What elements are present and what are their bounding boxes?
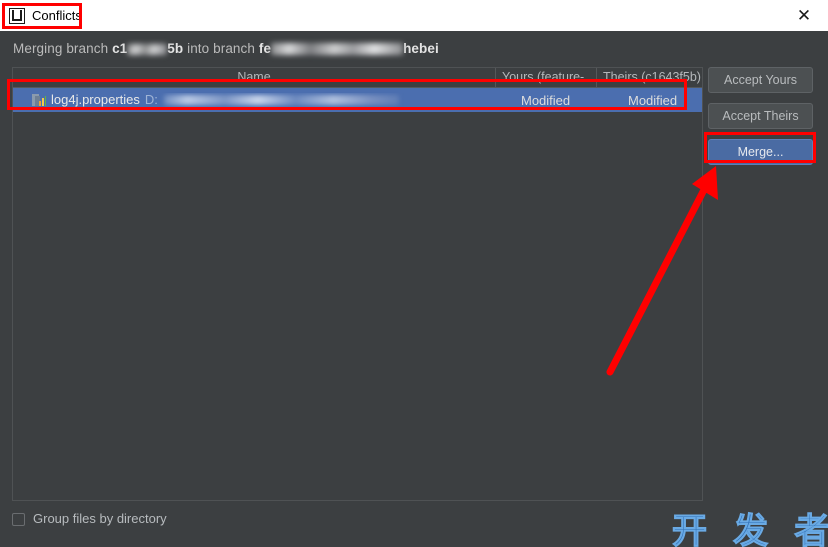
target-branch-prefix: fe — [258, 41, 272, 56]
source-branch-suffix: 5b — [167, 41, 184, 56]
window-title: Conflicts — [32, 7, 82, 23]
watermark-chinese: 开 发 者 — [671, 512, 828, 547]
source-branch-redacted — [127, 44, 168, 55]
accept-theirs-button[interactable]: Accept Theirs — [708, 103, 813, 129]
close-icon[interactable]: ✕ — [794, 6, 814, 26]
merge-button[interactable]: Merge... — [708, 139, 813, 165]
merge-description: Merging branch c1 5b into branch fe hebei — [13, 41, 439, 56]
cell-theirs-status: Modified — [628, 92, 678, 108]
table-row[interactable]: log4j.properties D: Modified Modified — [13, 88, 702, 112]
source-branch-visible: c1 — [112, 41, 128, 56]
table-header-row: Name Yours (feature- Theirs (c1643f5b) — [13, 68, 702, 88]
conflicts-table[interactable]: Name Yours (feature- Theirs (c1643f5b) l… — [12, 67, 703, 501]
file-name-label: log4j.properties — [51, 93, 140, 107]
column-header-theirs[interactable]: Theirs (c1643f5b) — [597, 68, 702, 87]
group-files-by-directory-checkbox[interactable]: Group files by directory — [12, 512, 167, 526]
cell-yours-status: Modified — [521, 92, 571, 108]
properties-file-icon — [32, 93, 46, 107]
file-path-redacted — [163, 95, 399, 105]
intellij-idea-icon — [9, 7, 25, 24]
action-button-column: Accept Yours Accept Theirs Merge... — [708, 67, 813, 165]
merge-prefix-text: Merging branch — [13, 41, 113, 56]
target-branch-redacted — [271, 43, 404, 55]
file-path-prefix: D: — [144, 93, 158, 107]
cell-file-name: log4j.properties D: — [13, 93, 515, 107]
title-bar-left: Conflicts — [0, 7, 82, 24]
dialog-body: Merging branch c1 5b into branch fe hebei … — [0, 31, 828, 547]
column-header-name[interactable]: Name — [13, 68, 496, 87]
conflicts-dialog: Conflicts ✕ Merging branch c1 5b into bra… — [0, 0, 828, 547]
accept-yours-button[interactable]: Accept Yours — [708, 67, 813, 93]
column-header-yours[interactable]: Yours (feature- — [496, 68, 597, 87]
checkbox-box[interactable] — [12, 512, 25, 526]
merge-middle-text: into branch — [183, 41, 259, 56]
title-bar: Conflicts ✕ — [0, 0, 828, 31]
group-files-by-directory-label: Group files by directory — [33, 511, 167, 526]
target-branch-suffix: hebei — [403, 41, 439, 56]
